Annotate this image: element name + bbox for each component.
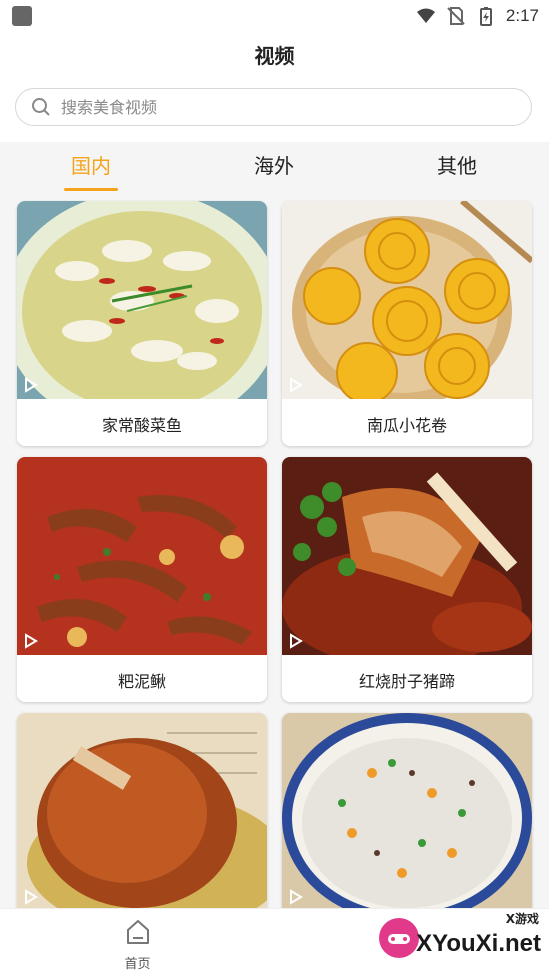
status-right: 2:17	[416, 4, 539, 28]
video-card[interactable]: 红烧肘子猪蹄	[282, 457, 532, 702]
category-tabs: 国内 海外 其他	[0, 142, 549, 192]
active-tab-indicator	[64, 188, 118, 191]
search-icon	[32, 98, 50, 116]
video-thumbnail	[282, 713, 532, 908]
video-thumbnail	[17, 457, 267, 655]
tab-domestic[interactable]: 国内	[41, 150, 141, 179]
video-title: 红烧肘子猪蹄	[358, 672, 455, 691]
video-title: 粑泥鳅	[117, 672, 166, 691]
search-bar[interactable]	[15, 88, 532, 126]
play-icon	[290, 889, 303, 905]
video-card[interactable]: 家常酸菜鱼	[17, 201, 267, 446]
tab-overseas[interactable]: 海外	[224, 150, 324, 179]
status-time: 2:17	[505, 6, 539, 25]
play-icon	[25, 889, 38, 905]
video-card[interactable]	[17, 713, 267, 908]
notification-icon	[12, 6, 32, 26]
search-input[interactable]	[59, 96, 503, 118]
video-thumbnail	[282, 457, 532, 655]
nav-home[interactable]: 首页	[110, 917, 165, 972]
play-icon	[25, 633, 38, 649]
watermark: X游戏 XYouXi.net	[373, 910, 543, 970]
video-thumbnail	[282, 201, 532, 399]
video-card[interactable]: 南瓜小花卷	[282, 201, 532, 446]
video-card[interactable]	[282, 713, 532, 908]
no-sim-icon	[447, 7, 465, 25]
video-title: 家常酸菜鱼	[101, 416, 182, 435]
play-icon	[290, 377, 303, 393]
status-bar: 2:17	[0, 0, 549, 32]
battery-charging-icon	[479, 7, 492, 26]
watermark-logo-icon	[379, 918, 419, 958]
watermark-top-text: X游戏	[505, 912, 539, 926]
nav-home-label: 首页	[124, 957, 151, 972]
play-icon	[25, 377, 38, 393]
wifi-icon	[416, 8, 435, 23]
play-icon	[290, 633, 303, 649]
video-title: 南瓜小花卷	[366, 416, 447, 435]
watermark-brand: XYouXi.net	[416, 930, 541, 957]
video-grid: 家常酸菜鱼 南瓜小花卷 粑泥鳅 红烧肘子猪蹄	[0, 192, 549, 908]
video-thumbnail	[17, 713, 267, 908]
video-thumbnail	[17, 201, 267, 399]
page-title: 视频	[254, 44, 295, 68]
tab-other[interactable]: 其他	[407, 150, 507, 179]
home-icon	[126, 920, 149, 944]
video-card[interactable]: 粑泥鳅	[17, 457, 267, 702]
